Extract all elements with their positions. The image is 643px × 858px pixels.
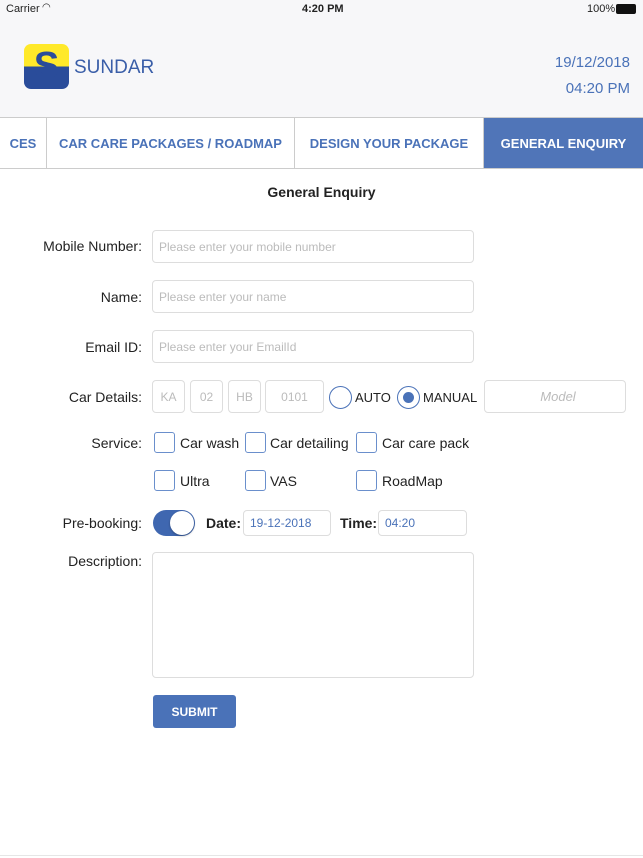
prebooking-label: Pre-booking: (62, 515, 142, 531)
prebooking-toggle[interactable] (153, 510, 195, 536)
date-input[interactable]: 19-12-2018 (243, 510, 331, 536)
logo-icon: S (24, 44, 69, 89)
car-wash-label: Car wash (180, 435, 240, 451)
time-input[interactable]: 04:20 (378, 510, 467, 536)
vas-label: VAS (270, 473, 297, 489)
car-state-input[interactable]: KA (152, 380, 185, 413)
model-input[interactable]: Model (484, 380, 626, 413)
name-label: Name: (100, 289, 142, 305)
tab-bar: CES CAR CARE PACKAGES / ROADMAP DESIGN Y… (0, 117, 643, 169)
car-details-label: Car Details: (68, 389, 142, 405)
car-care-pack-checkbox[interactable] (356, 432, 377, 453)
carrier: Carrier (6, 3, 40, 15)
description-label: Description: (68, 553, 142, 569)
bottom-divider (0, 855, 643, 856)
date-label: Date: (206, 515, 242, 531)
status-time: 4:20 PM (302, 3, 344, 15)
roadmap-label: RoadMap (382, 473, 443, 489)
car-wash-checkbox[interactable] (154, 432, 175, 453)
submit-button[interactable]: SUBMIT (153, 695, 236, 728)
car-district-input[interactable]: 02 (190, 380, 223, 413)
email-label: Email ID: (85, 339, 142, 355)
car-care-pack-label: Car care pack (382, 435, 470, 451)
auto-label: AUTO (355, 390, 391, 405)
ultra-label: Ultra (180, 473, 210, 489)
mobile-input[interactable]: Please enter your mobile number (152, 230, 474, 263)
page-title: General Enquiry (267, 184, 376, 200)
header-time: 04:20 PM (565, 80, 630, 97)
brand-name: SUNDAR (74, 57, 155, 78)
manual-radio[interactable] (397, 386, 420, 409)
wifi-icon: ◠ (42, 2, 51, 13)
manual-label: MANUAL (423, 390, 478, 405)
tab-car-care-packages[interactable]: CAR CARE PACKAGES / ROADMAP (47, 118, 295, 168)
mobile-label: Mobile Number: (43, 238, 142, 254)
car-detailing-label: Car detailing (270, 435, 349, 451)
service-label: Service: (91, 435, 142, 451)
roadmap-checkbox[interactable] (356, 470, 377, 491)
tab-general-enquiry[interactable]: GENERAL ENQUIRY (484, 118, 643, 168)
auto-radio[interactable] (329, 386, 352, 409)
name-input[interactable]: Please enter your name (152, 280, 474, 313)
vas-checkbox[interactable] (245, 470, 266, 491)
car-detailing-checkbox[interactable] (245, 432, 266, 453)
car-number-input[interactable]: 0101 (265, 380, 324, 413)
description-textarea[interactable] (152, 552, 474, 678)
ultra-checkbox[interactable] (154, 470, 175, 491)
email-input[interactable]: Please enter your EmailId (152, 330, 474, 363)
tab-services[interactable]: CES (0, 118, 47, 168)
battery-icon (616, 4, 636, 14)
status-bar: Carrier ◠ 4:20 PM 100% (0, 0, 643, 18)
tab-design-package[interactable]: DESIGN YOUR PACKAGE (295, 118, 484, 168)
time-label: Time: (340, 515, 378, 531)
header-date: 19/12/2018 (554, 54, 630, 71)
battery-level: 100% (587, 3, 616, 15)
header: S SUNDAR 19/12/2018 04:20 PM (0, 18, 643, 118)
car-series-input[interactable]: HB (228, 380, 261, 413)
